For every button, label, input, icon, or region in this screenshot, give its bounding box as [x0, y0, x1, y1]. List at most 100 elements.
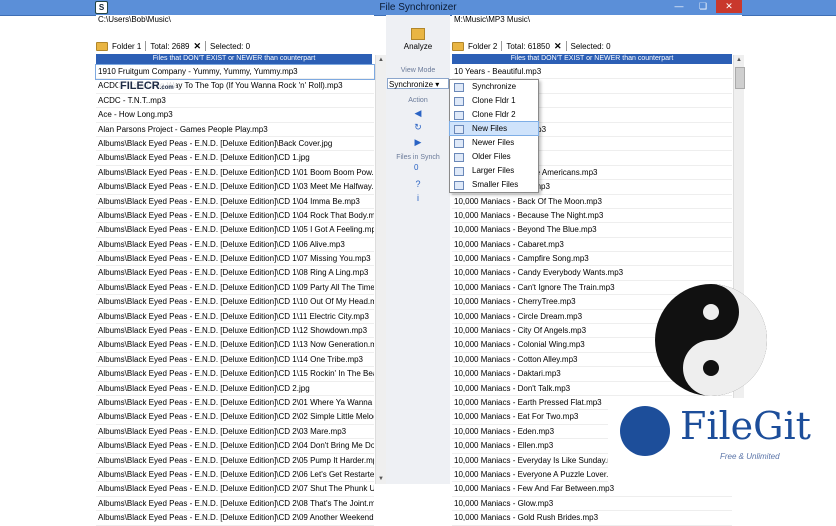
left-file-row[interactable]: ACDC - T.N.T..mp3: [96, 94, 374, 109]
left-path-field[interactable]: C:\Users\Bob\Music\: [96, 15, 374, 27]
left-file-row[interactable]: Albums\Black Eyed Peas - E.N.D. [Deluxe …: [96, 439, 374, 454]
files-in-synch-count: 0: [414, 163, 419, 172]
divider: [205, 41, 207, 51]
right-file-row[interactable]: 10,000 Maniacs - Candy Everybody Wants.m…: [452, 266, 732, 281]
sync-icon[interactable]: ↻: [413, 122, 423, 132]
clear-icon[interactable]: ✕: [554, 41, 562, 52]
left-file-row[interactable]: Albums\Black Eyed Peas - E.N.D. [Deluxe …: [96, 295, 374, 310]
menu-item-smaller-files[interactable]: Smaller Files: [450, 178, 538, 191]
menu-item-icon: [454, 153, 464, 162]
left-file-row[interactable]: Ace - How Long.mp3: [96, 108, 374, 123]
analyze-button[interactable]: Analyze: [390, 25, 446, 61]
left-selected: Selected: 0: [210, 41, 251, 51]
left-file-row[interactable]: Albums\Black Eyed Peas - E.N.D. [Deluxe …: [96, 367, 374, 382]
menu-item-label: Clone Fldr 2: [472, 110, 516, 119]
right-file-row[interactable]: 10,000 Maniacs - Gold Rush Brides.mp3: [452, 511, 732, 526]
left-file-row[interactable]: Albums\Black Eyed Peas - E.N.D. [Deluxe …: [96, 195, 374, 209]
arrow-left-icon[interactable]: ◀: [413, 108, 423, 118]
menu-item-newer-files[interactable]: Newer Files: [450, 136, 538, 149]
info-icon[interactable]: i: [413, 193, 423, 203]
menu-item-larger-files[interactable]: Larger Files: [450, 164, 538, 177]
left-file-list: 1910 Fruitgum Company - Yummy, Yummy, Yu…: [95, 63, 375, 526]
right-selected: Selected: 0: [570, 41, 611, 51]
left-file-row[interactable]: Albums\Black Eyed Peas - E.N.D. [Deluxe …: [96, 382, 374, 396]
left-file-row[interactable]: Albums\Black Eyed Peas - E.N.D. [Deluxe …: [96, 338, 374, 353]
minimize-button[interactable]: —: [668, 0, 690, 13]
menu-item-clone-fldr-2[interactable]: Clone Fldr 2: [450, 108, 538, 121]
left-file-row[interactable]: Albums\Black Eyed Peas - E.N.D. [Deluxe …: [96, 511, 374, 526]
menu-item-icon: [454, 125, 464, 134]
menu-item-icon: [454, 111, 464, 120]
right-file-row[interactable]: 10,000 Maniacs - Because The Night.mp3: [452, 209, 732, 224]
menu-item-label: New Files: [472, 124, 508, 133]
right-total: Total: 61850: [506, 41, 550, 51]
menu-item-clone-fldr-1[interactable]: Clone Fldr 1: [450, 94, 538, 107]
left-file-row[interactable]: Alan Parsons Project - Games People Play…: [96, 123, 374, 137]
left-file-row[interactable]: Albums\Black Eyed Peas - E.N.D. [Deluxe …: [96, 223, 374, 238]
left-file-row[interactable]: Albums\Black Eyed Peas - E.N.D. [Deluxe …: [96, 396, 374, 411]
menu-item-icon: [454, 139, 464, 148]
menu-item-icon: [454, 83, 464, 92]
left-file-row[interactable]: Albums\Black Eyed Peas - E.N.D. [Deluxe …: [96, 266, 374, 281]
left-file-row[interactable]: Albums\Black Eyed Peas - E.N.D. [Deluxe …: [96, 281, 374, 296]
menu-item-label: Larger Files: [472, 166, 515, 175]
left-file-row[interactable]: Albums\Black Eyed Peas - E.N.D. [Deluxe …: [96, 238, 374, 253]
arrow-right-icon[interactable]: ▶: [413, 137, 423, 147]
left-file-row[interactable]: Albums\Black Eyed Peas - E.N.D. [Deluxe …: [96, 180, 374, 195]
right-file-row[interactable]: 10,000 Maniacs - Few And Far Between.mp3: [452, 482, 732, 497]
right-folder-bar: Folder 2 Total: 61850 ✕ Selected: 0: [452, 40, 611, 52]
left-file-row[interactable]: Albums\Black Eyed Peas - E.N.D. [Deluxe …: [96, 353, 374, 368]
maximize-button[interactable]: ❏: [692, 0, 714, 13]
left-file-row[interactable]: Albums\Black Eyed Peas - E.N.D. [Deluxe …: [96, 497, 374, 512]
sync-mode-dropdown[interactable]: Synchronize ▾: [387, 78, 449, 89]
analyze-icon: [411, 28, 425, 40]
menu-item-label: Smaller Files: [472, 180, 519, 189]
left-file-row[interactable]: Albums\Black Eyed Peas - E.N.D. [Deluxe …: [96, 410, 374, 425]
left-file-row[interactable]: Albums\Black Eyed Peas - E.N.D. [Deluxe …: [96, 425, 374, 440]
right-path-field[interactable]: M:\Music\MP3 Music\: [452, 15, 742, 27]
left-file-row[interactable]: Albums\Black Eyed Peas - E.N.D. [Deluxe …: [96, 482, 374, 497]
right-file-row[interactable]: 10,000 Maniacs - Cabaret.mp3: [452, 238, 732, 253]
yin-yang-image: [655, 284, 767, 396]
right-file-row[interactable]: 10,000 Maniacs - Campfire Song.mp3: [452, 252, 732, 267]
divider: [145, 41, 147, 51]
folder-icon[interactable]: [452, 41, 464, 51]
clear-icon[interactable]: ✕: [194, 41, 202, 52]
action-label: Action: [408, 97, 428, 104]
left-file-row[interactable]: Albums\Black Eyed Peas - E.N.D. [Deluxe …: [96, 468, 374, 483]
right-file-row[interactable]: 10,000 Maniacs - Glow.mp3: [452, 497, 732, 512]
left-folder-button[interactable]: Folder 1: [112, 42, 141, 51]
right-list-header: Files that DON'T EXIST or NEWER than cou…: [452, 54, 732, 64]
right-file-row[interactable]: 10,000 Maniacs - Beyond The Blue.mp3: [452, 223, 732, 238]
close-button[interactable]: ✕: [716, 0, 742, 13]
scroll-up-icon[interactable]: ▲: [736, 57, 742, 63]
left-file-row[interactable]: Albums\Black Eyed Peas - E.N.D. [Deluxe …: [96, 209, 374, 224]
left-file-row[interactable]: Albums\Black Eyed Peas - E.N.D. [Deluxe …: [96, 454, 374, 468]
menu-item-synchronize[interactable]: Synchronize: [450, 80, 538, 93]
right-file-row[interactable]: 10,000 Maniacs - Back Of The Moon.mp3: [452, 195, 732, 209]
folder-icon[interactable]: [96, 41, 108, 51]
left-file-row[interactable]: Albums\Black Eyed Peas - E.N.D. [Deluxe …: [96, 252, 374, 267]
left-file-row[interactable]: Albums\Black Eyed Peas - E.N.D. [Deluxe …: [96, 166, 374, 181]
files-in-synch-label: Files in Synch: [396, 154, 440, 161]
filegit-sub: Free & Unlimited: [720, 452, 780, 461]
scroll-down-icon[interactable]: ▼: [378, 476, 384, 482]
divider: [565, 41, 567, 51]
filecr-text: FILECR: [120, 80, 160, 92]
left-file-row[interactable]: Albums\Black Eyed Peas - E.N.D. [Deluxe …: [96, 151, 374, 166]
scroll-thumb[interactable]: [735, 67, 745, 89]
scroll-up-icon[interactable]: ▲: [378, 57, 384, 63]
right-folder-button[interactable]: Folder 2: [468, 42, 497, 51]
left-file-row[interactable]: Albums\Black Eyed Peas - E.N.D. [Deluxe …: [96, 324, 374, 339]
help-icon[interactable]: ?: [413, 179, 423, 189]
divider: [501, 41, 503, 51]
menu-item-icon: [454, 167, 464, 176]
menu-item-new-files[interactable]: New Files: [449, 121, 539, 136]
right-file-row[interactable]: 10 Years - Beautiful.mp3: [452, 65, 732, 80]
menu-item-older-files[interactable]: Older Files: [450, 150, 538, 163]
filecr-watermark: FILECR.com: [118, 80, 176, 92]
left-file-row[interactable]: 1910 Fruitgum Company - Yummy, Yummy, Yu…: [95, 63, 375, 81]
left-file-row[interactable]: Albums\Black Eyed Peas - E.N.D. [Deluxe …: [96, 310, 374, 325]
left-scrollbar[interactable]: ▲ ▼: [375, 55, 386, 484]
left-file-row[interactable]: Albums\Black Eyed Peas - E.N.D. [Deluxe …: [96, 137, 374, 152]
